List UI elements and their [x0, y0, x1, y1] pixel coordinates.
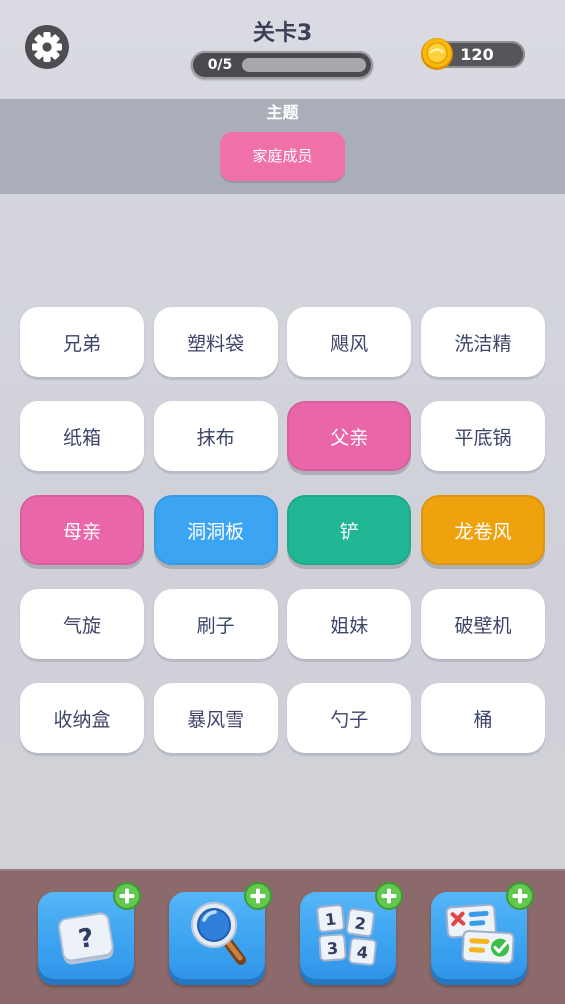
word-tile[interactable]: 抹布 [153, 401, 278, 471]
word-tile[interactable]: 父亲 [287, 401, 412, 471]
word-label: 纸箱 [62, 426, 101, 449]
game-screen: 关卡3 0/5 120 主题 家庭成员 兄弟 塑料袋 飓风 洗洁精 纸箱 抹布 … [0, 0, 565, 1004]
word-tile[interactable]: 气旋 [20, 589, 144, 659]
word-label: 塑料袋 [187, 332, 245, 355]
plus-icon [506, 882, 534, 910]
word-tile[interactable]: 洗洁精 [420, 307, 545, 377]
progress-track [242, 58, 366, 72]
word-label: 暴风雪 [187, 708, 245, 731]
word-label: 母亲 [62, 520, 101, 543]
coin-amount: 120 [460, 45, 494, 64]
word-tile[interactable]: 勺子 [287, 683, 412, 753]
word-label: 刷子 [196, 614, 235, 637]
word-tile[interactable]: 塑料袋 [153, 307, 278, 377]
word-label: 龙卷风 [454, 520, 512, 543]
theme-name-badge: 家庭成员 [220, 132, 345, 181]
word-tile[interactable]: 收纳盒 [20, 683, 144, 753]
word-tile[interactable]: 桶 [420, 683, 545, 753]
plus-icon [375, 882, 403, 910]
progress-bar: 0/5 [191, 51, 373, 79]
hint-question-button[interactable]: ? [38, 882, 141, 985]
word-label: 破壁机 [454, 614, 512, 637]
magnifier-button[interactable] [169, 882, 272, 985]
plus-icon [244, 882, 272, 910]
word-label: 平底锅 [454, 426, 512, 449]
word-tile[interactable]: 母亲 [20, 495, 144, 565]
word-tile[interactable]: 破壁机 [420, 589, 545, 659]
word-label: 洞洞板 [187, 520, 245, 543]
word-label: 桶 [473, 708, 493, 731]
word-label: 洗洁精 [454, 332, 512, 355]
coin-icon [421, 38, 453, 70]
word-label: 勺子 [330, 708, 369, 731]
word-label: 飓风 [330, 332, 369, 355]
theme-label: 主题 [266, 103, 299, 122]
theme-band: 主题 家庭成员 [0, 99, 565, 194]
word-label: 收纳盒 [53, 708, 111, 731]
word-tile[interactable]: 龙卷风 [420, 495, 545, 565]
word-tile[interactable]: 姐妹 [287, 589, 412, 659]
number-card-digit: 4 [356, 943, 369, 963]
word-label: 气旋 [62, 614, 101, 637]
word-label: 父亲 [330, 426, 369, 449]
word-label: 抹布 [196, 426, 235, 449]
word-label: 兄弟 [62, 332, 101, 355]
powerup-toolbar: ? 1 2 3 4 [0, 869, 565, 1004]
word-tile[interactable]: 平底锅 [420, 401, 545, 471]
word-tile[interactable]: 暴风雪 [153, 683, 278, 753]
checklist-button[interactable] [431, 882, 534, 985]
word-tile[interactable]: 飓风 [287, 307, 412, 377]
word-board: 兄弟 塑料袋 飓风 洗洁精 纸箱 抹布 父亲 平底锅 母亲 洞洞板 铲 龙卷风 … [20, 307, 545, 753]
word-label: 铲 [339, 520, 359, 543]
word-label: 姐妹 [330, 614, 369, 637]
number-cards-button[interactable]: 1 2 3 4 [300, 882, 403, 985]
number-card-digit: 1 [324, 909, 337, 929]
progress-label: 0/5 [207, 57, 233, 73]
number-card-digit: 3 [326, 939, 338, 959]
plus-icon [113, 882, 141, 910]
word-tile[interactable]: 铲 [287, 495, 412, 565]
word-tile[interactable]: 兄弟 [20, 307, 144, 377]
word-tile[interactable]: 纸箱 [20, 401, 144, 471]
word-tile[interactable]: 洞洞板 [153, 495, 278, 565]
word-tile[interactable]: 刷子 [153, 589, 278, 659]
